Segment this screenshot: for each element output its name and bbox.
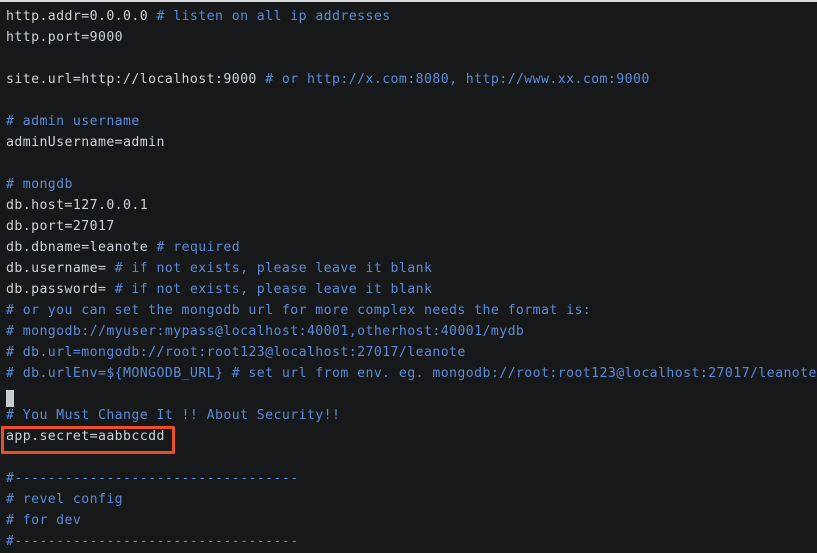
comment-text: # if not exists, please leave it blank — [115, 282, 433, 297]
code-token: db.username= — [6, 261, 115, 276]
code-line[interactable]: # revel config — [6, 489, 817, 510]
comment-text: # revel config — [6, 492, 123, 507]
code-token: app.secret=aabbccdd — [6, 429, 165, 444]
code-line-blank[interactable] — [6, 153, 817, 174]
code-line[interactable]: # or you can set the mongodb url for mor… — [6, 300, 817, 321]
code-line-blank[interactable] — [6, 90, 817, 111]
code-line-blank[interactable] — [6, 384, 817, 405]
comment-text: # db.urlEnv=${MONGODB_URL} # set url fro… — [6, 366, 817, 381]
code-line[interactable]: db.host=127.0.0.1 — [6, 195, 817, 216]
code-line[interactable]: app.secret=aabbccdd — [6, 426, 817, 447]
code-line[interactable]: # db.urlEnv=${MONGODB_URL} # set url fro… — [6, 363, 817, 384]
code-line[interactable]: db.dbname=leanote # required — [6, 237, 817, 258]
comment-text: # You Must Change It !! About Security!! — [6, 408, 340, 423]
code-line[interactable]: db.port=27017 — [6, 216, 817, 237]
code-token: http.addr=0.0.0.0 — [6, 9, 156, 24]
editor-window[interactable]: http.addr=0.0.0.0 # listen on all ip add… — [0, 0, 817, 553]
comment-text: # or http://x.com:8080, http://www.xx.co… — [265, 72, 650, 87]
code-line[interactable]: db.password= # if not exists, please lea… — [6, 279, 817, 300]
code-line[interactable]: db.username= # if not exists, please lea… — [6, 258, 817, 279]
comment-text: # mongdb — [6, 177, 73, 192]
code-text-area[interactable]: http.addr=0.0.0.0 # listen on all ip add… — [0, 2, 817, 552]
comment-text: #---------------------------------- — [6, 471, 299, 486]
comment-text: # mongodb://myuser:mypass@localhost:4000… — [6, 324, 524, 339]
text-cursor — [6, 390, 14, 407]
comment-text: #---------------------------------- — [6, 534, 299, 549]
code-token: adminUsername=admin — [6, 135, 165, 150]
comment-text: # listen on all ip addresses — [156, 9, 390, 24]
code-line[interactable]: # mongodb://myuser:mypass@localhost:4000… — [6, 321, 817, 342]
comment-text: # db.url=mongodb://root:root123@localhos… — [6, 345, 466, 360]
code-token: db.host=127.0.0.1 — [6, 198, 148, 213]
code-line[interactable]: # admin username — [6, 111, 817, 132]
code-line[interactable]: #---------------------------------- — [6, 468, 817, 489]
code-token: db.password= — [6, 282, 115, 297]
comment-text: # required — [156, 240, 240, 255]
code-line-blank[interactable] — [6, 48, 817, 69]
code-token: db.port=27017 — [6, 219, 115, 234]
code-token: http.port=9000 — [6, 30, 123, 45]
code-token: site.url=http://localhost:9000 — [6, 72, 265, 87]
code-token: db.dbname=leanote — [6, 240, 156, 255]
comment-text: # or you can set the mongodb url for mor… — [6, 303, 591, 318]
code-line[interactable]: # You Must Change It !! About Security!! — [6, 405, 817, 426]
code-line[interactable]: # mongdb — [6, 174, 817, 195]
code-line[interactable]: http.addr=0.0.0.0 # listen on all ip add… — [6, 6, 817, 27]
code-line[interactable]: #---------------------------------- — [6, 531, 817, 552]
comment-text: # admin username — [6, 114, 140, 129]
code-line[interactable]: site.url=http://localhost:9000 # or http… — [6, 69, 817, 90]
code-line-blank[interactable] — [6, 447, 817, 468]
code-line[interactable]: adminUsername=admin — [6, 132, 817, 153]
code-line[interactable]: http.port=9000 — [6, 27, 817, 48]
code-line[interactable]: # db.url=mongodb://root:root123@localhos… — [6, 342, 817, 363]
comment-text: # for dev — [6, 513, 81, 528]
comment-text: # if not exists, please leave it blank — [115, 261, 433, 276]
code-line[interactable]: # for dev — [6, 510, 817, 531]
